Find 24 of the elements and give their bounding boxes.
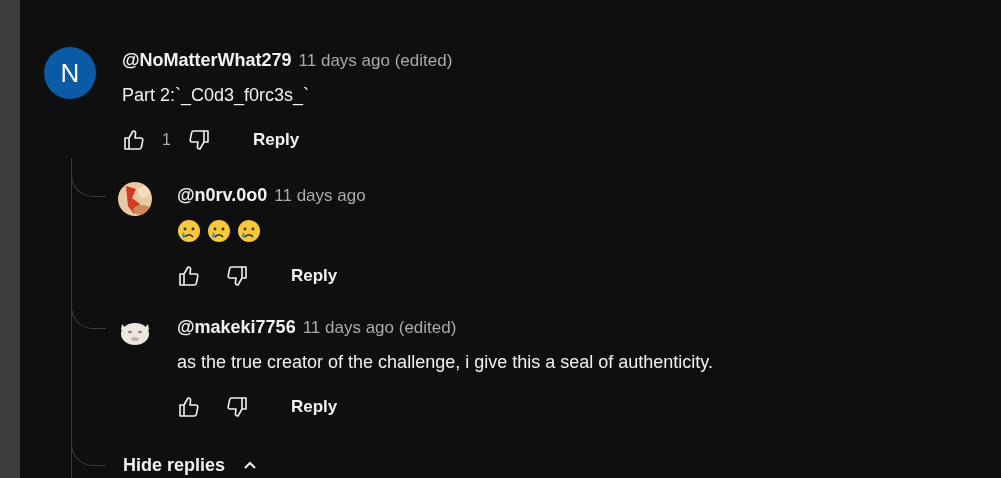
reply-button[interactable]: Reply	[275, 389, 354, 425]
author-name[interactable]: @makeki7756	[177, 314, 296, 340]
comment-time[interactable]: 11 days ago (edited)	[298, 48, 453, 74]
avatar[interactable]: N	[44, 47, 96, 99]
crying-face-icon	[207, 219, 231, 243]
thumbs-down-icon[interactable]	[186, 128, 211, 152]
author-name[interactable]: @NoMatterWhat279	[122, 47, 292, 73]
thumbs-up-icon[interactable]	[177, 264, 201, 288]
crying-face-icon	[237, 219, 261, 243]
caret-icon	[243, 460, 258, 470]
reply-button[interactable]: Reply	[236, 122, 316, 158]
thumbs-down-icon[interactable]	[225, 395, 249, 419]
comment-text: as the true creator of the challenge, i give this a seal of authenticity.	[177, 351, 713, 374]
comment-time[interactable]: 11 days ago (edited)	[302, 315, 457, 341]
thumbs-up-icon[interactable]	[177, 395, 201, 419]
comment-time[interactable]: 11 days ago	[274, 183, 366, 209]
comment-text: Part 2:`_C0d3_f0rc3s_`	[122, 84, 311, 107]
reply-button[interactable]: Reply	[275, 258, 354, 294]
crying-face-icon	[177, 219, 201, 243]
thumbs-up-icon[interactable]	[122, 128, 146, 152]
author-name[interactable]: @n0rv.0o0	[177, 182, 268, 208]
thumbs-down-icon[interactable]	[225, 264, 249, 288]
hide-replies-button[interactable]: Hide replies	[123, 447, 258, 478]
like-count: 1	[162, 131, 171, 149]
